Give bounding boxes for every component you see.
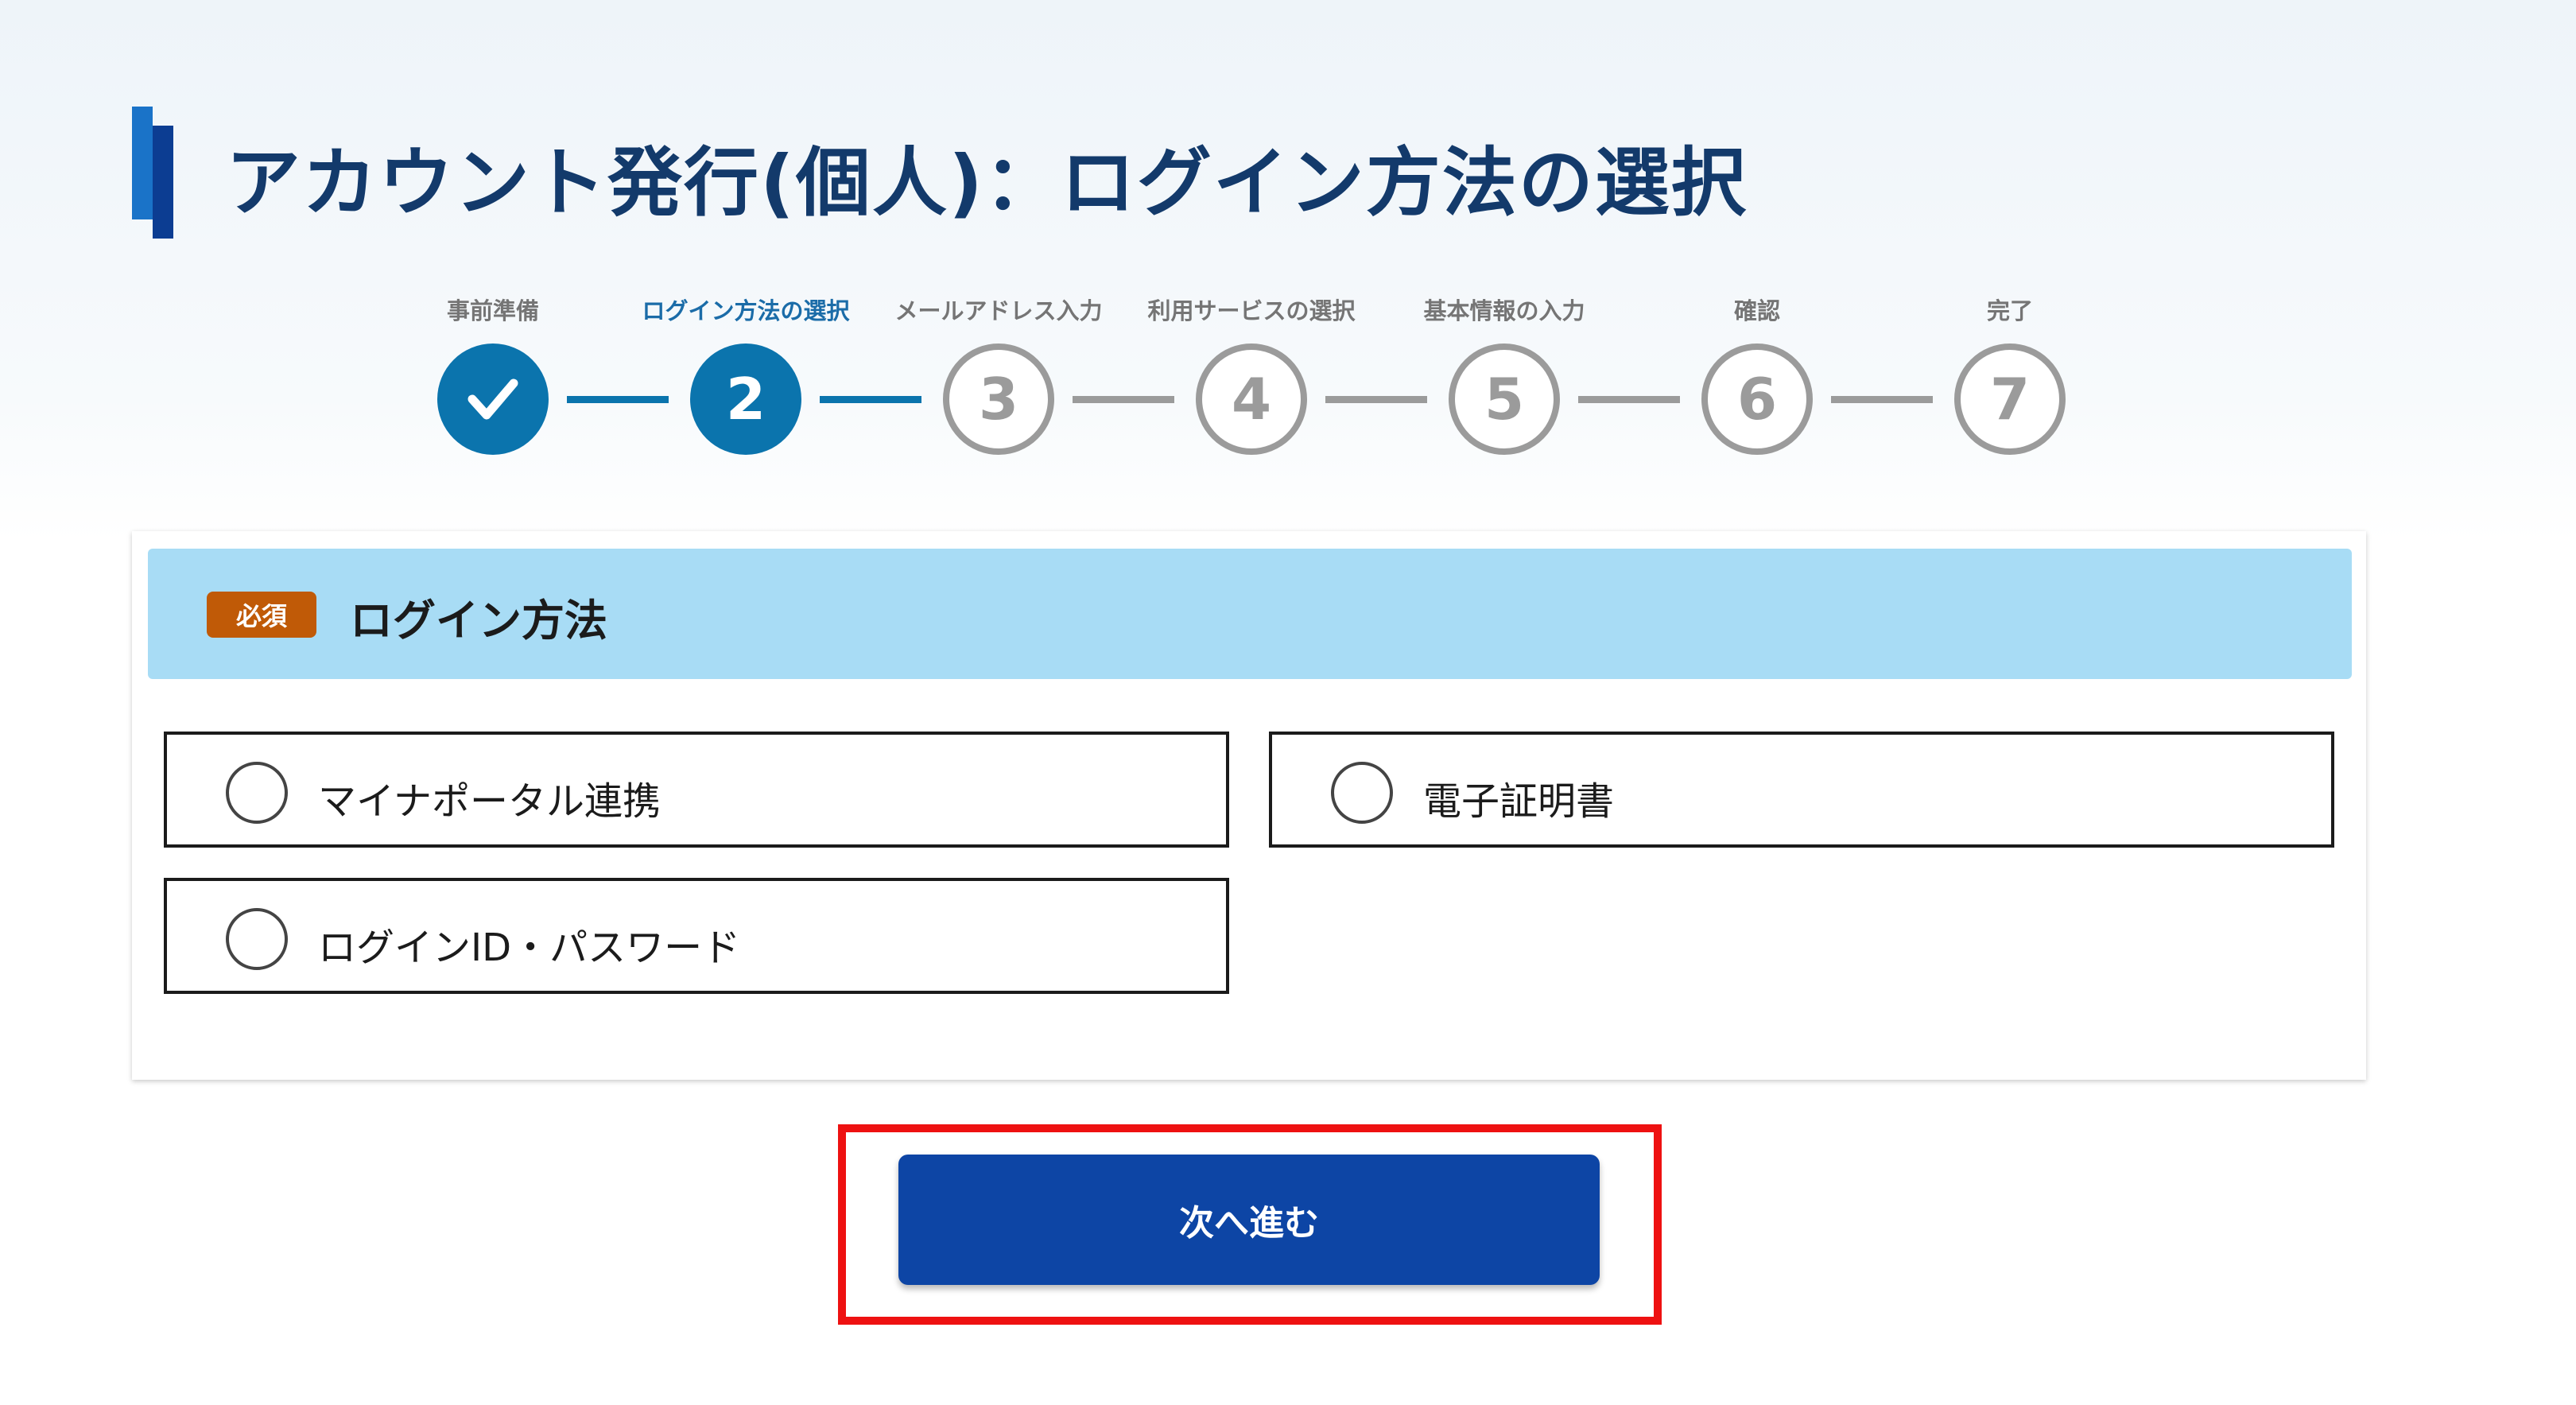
- option-label: 電子証明書: [1423, 779, 1615, 824]
- step-circle-1: [437, 343, 549, 455]
- step-label-4: 利用サービスの選択: [1147, 297, 1356, 324]
- step-circle-2: 2: [690, 343, 801, 455]
- progress-stepper: 事前準備 ログイン方法の選択 2 メールアドレス入力 3 利用サービスの選択 4…: [0, 286, 2576, 461]
- radio-button[interactable]: [1331, 762, 1393, 824]
- option-label: ログインID・パスワード: [318, 926, 741, 970]
- radio-button[interactable]: [226, 908, 288, 970]
- required-badge: 必須: [207, 592, 316, 638]
- step-circle-5: 5: [1449, 343, 1560, 455]
- step-connector-5: [1578, 396, 1680, 403]
- step-circle-6: 6: [1701, 343, 1813, 455]
- step-label-6: 確認: [1733, 297, 1780, 324]
- step-circle-7: 7: [1954, 343, 2066, 455]
- section-header: 必須 ログイン方法: [148, 549, 2352, 679]
- step-circle-3: 3: [943, 343, 1054, 455]
- step-label-5: 基本情報の入力: [1423, 297, 1585, 324]
- next-button[interactable]: 次へ進む: [898, 1155, 1600, 1285]
- section-title: ログイン方法: [350, 596, 607, 646]
- step-label-1: 事前準備: [446, 297, 539, 324]
- option-digital-certificate[interactable]: 電子証明書: [1269, 732, 2334, 848]
- title-accent-bar-dark: [153, 126, 173, 239]
- step-connector-6: [1831, 396, 1933, 403]
- login-method-card: 必須 ログイン方法 マイナポータル連携 電子証明書 ログインID・パスワード: [132, 531, 2366, 1080]
- title-accent-bar: [132, 107, 153, 219]
- option-login-id-password[interactable]: ログインID・パスワード: [164, 878, 1229, 994]
- step-connector-1: [567, 396, 669, 403]
- page-header: アカウント発行(個人)：ログイン方法の選択: [132, 107, 2040, 239]
- step-connector-4: [1325, 396, 1427, 403]
- radio-button[interactable]: [226, 762, 288, 824]
- option-label: マイナポータル連携: [318, 779, 661, 824]
- step-connector-2: [820, 396, 921, 403]
- step-connector-3: [1073, 396, 1174, 403]
- step-label-3: メールアドレス入力: [894, 297, 1103, 324]
- step-label-7: 完了: [1986, 297, 2033, 324]
- step-circle-4: 4: [1196, 343, 1307, 455]
- page-title: アカウント発行(個人)：ログイン方法の選択: [226, 140, 1748, 227]
- step-label-2: ログイン方法の選択: [642, 297, 850, 324]
- check-icon: [467, 378, 518, 420]
- option-myna-portal[interactable]: マイナポータル連携: [164, 732, 1229, 848]
